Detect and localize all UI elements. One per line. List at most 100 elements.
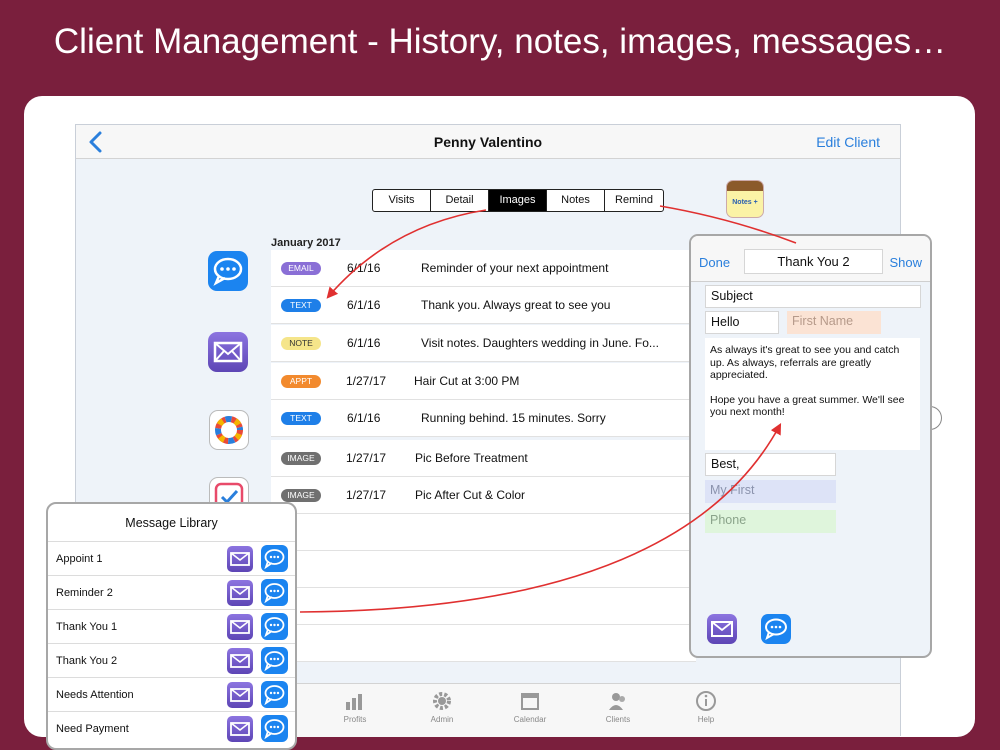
library-title: Message Library xyxy=(125,516,218,530)
note-badge: NOTE xyxy=(281,337,321,350)
mail-icon[interactable] xyxy=(208,332,248,372)
history-segmented-control: Visits Detail Images Notes Remind xyxy=(372,189,664,212)
row-date: 1/27/17 xyxy=(346,374,387,388)
messages-icon[interactable] xyxy=(208,251,248,291)
compose-message-panel: Done Thank You 2 Show Subject Hello Firs… xyxy=(689,234,932,658)
template-name-field[interactable]: Thank You 2 xyxy=(744,249,883,274)
history-row[interactable]: NOTE 6/1/16 Visit notes. Daughters weddi… xyxy=(271,325,696,362)
row-date: 6/1/16 xyxy=(347,336,381,350)
tab-clients[interactable]: Clients xyxy=(593,690,643,724)
signoff-field[interactable]: Best, xyxy=(705,453,836,476)
compose-header: Done Thank You 2 Show xyxy=(691,236,930,282)
library-item[interactable]: Reminder 2 xyxy=(48,575,295,609)
history-row[interactable]: IMAGE 1/27/17 Pic After Cut & Color xyxy=(271,477,696,514)
empty-row xyxy=(271,551,696,588)
empty-row xyxy=(271,588,696,625)
history-row[interactable]: TEXT 6/1/16 Running behind. 15 minutes. … xyxy=(271,400,696,437)
history-row[interactable]: TEXT 6/1/16 Thank you. Always great to s… xyxy=(271,287,696,324)
messages-icon[interactable] xyxy=(261,579,288,606)
calendar-icon xyxy=(521,693,539,710)
navigation-bar: Penny Valentino Edit Client xyxy=(76,125,900,159)
library-item[interactable]: Thank You 1 xyxy=(48,609,295,643)
tab-label: Profits xyxy=(343,715,367,724)
greeting-field[interactable]: Hello xyxy=(705,311,779,334)
mail-icon[interactable] xyxy=(227,546,253,572)
tab-remind[interactable]: Remind xyxy=(605,190,663,211)
library-item-label: Thank You 2 xyxy=(56,655,118,667)
mail-icon[interactable] xyxy=(227,614,253,640)
tab-admin[interactable]: Admin xyxy=(417,690,467,724)
messages-icon[interactable] xyxy=(261,647,288,674)
mail-icon[interactable] xyxy=(227,580,253,606)
library-item-label: Needs Attention xyxy=(56,689,134,701)
history-row[interactable]: IMAGE 1/27/17 Pic Before Treatment xyxy=(271,440,696,477)
history-row[interactable]: EMAIL 6/1/16 Reminder of your next appoi… xyxy=(271,250,696,287)
messages-icon[interactable] xyxy=(261,715,288,742)
row-description: Visit notes. Daughters wedding in June. … xyxy=(421,336,659,350)
body-paragraph: Hope you have a great summer. We'll see … xyxy=(710,393,905,419)
tab-help[interactable]: Help xyxy=(681,690,731,724)
library-item[interactable]: Needs Attention xyxy=(48,677,295,711)
tab-calendar[interactable]: Calendar xyxy=(505,690,555,724)
tab-label: Admin xyxy=(430,715,454,724)
my-first-token[interactable]: My First xyxy=(705,480,836,503)
row-description: Reminder of your next appointment xyxy=(421,261,609,275)
empty-row xyxy=(271,625,696,662)
photos-icon[interactable] xyxy=(209,410,249,450)
tab-detail[interactable]: Detail xyxy=(431,190,489,211)
appt-badge: APPT xyxy=(281,375,321,388)
client-name-title: Penny Valentino xyxy=(433,134,543,150)
edit-client-button[interactable]: Edit Client xyxy=(816,134,880,150)
profits-icon xyxy=(346,694,362,710)
done-button[interactable]: Done xyxy=(699,255,730,270)
tab-profits[interactable]: Profits xyxy=(330,690,380,724)
help-icon xyxy=(696,691,716,711)
email-badge: EMAIL xyxy=(281,262,321,275)
headline: Client Management - History, notes, imag… xyxy=(53,22,947,61)
message-library-panel: Message Library Appoint 1 Reminder 2 Thank… xyxy=(46,502,297,750)
library-item-label: Thank You 1 xyxy=(56,621,118,633)
first-name-token[interactable]: First Name xyxy=(787,311,881,334)
library-item[interactable]: Need Payment xyxy=(48,711,295,745)
row-description: Pic After Cut & Color xyxy=(415,488,526,502)
row-description: Hair Cut at 3:00 PM xyxy=(414,374,520,388)
clients-icon xyxy=(609,693,625,710)
notes-app-icon[interactable]: Notes + xyxy=(726,180,764,218)
mail-icon[interactable] xyxy=(227,716,253,742)
mail-icon[interactable] xyxy=(707,614,737,644)
row-description: Running behind. 15 minutes. Sorry xyxy=(421,411,606,425)
row-description: Pic Before Treatment xyxy=(415,451,528,465)
messages-icon[interactable] xyxy=(261,613,288,640)
tab-notes[interactable]: Notes xyxy=(547,190,605,211)
image-badge: IMAGE xyxy=(281,489,321,502)
library-item-label: Need Payment xyxy=(56,723,129,735)
library-item-label: Appoint 1 xyxy=(56,553,103,565)
mail-icon[interactable] xyxy=(227,648,253,674)
text-badge: TEXT xyxy=(281,299,321,312)
tab-visits[interactable]: Visits xyxy=(373,190,431,211)
history-row[interactable]: APPT 1/27/17 Hair Cut at 3:00 PM xyxy=(271,363,696,400)
image-badge: IMAGE xyxy=(281,452,321,465)
message-body[interactable]: As always it's great to see you and catc… xyxy=(705,338,920,450)
messages-icon[interactable] xyxy=(261,681,288,708)
tab-label: Clients xyxy=(605,715,631,724)
empty-row xyxy=(271,514,696,551)
notes-app-label: Notes + xyxy=(732,199,758,206)
messages-icon[interactable] xyxy=(261,545,288,572)
row-date: 1/27/17 xyxy=(346,488,387,502)
tab-images[interactable]: Images xyxy=(489,190,547,211)
messages-icon[interactable] xyxy=(761,614,791,644)
history-month-header: January 2017 xyxy=(271,237,341,249)
row-date: 6/1/16 xyxy=(347,261,381,275)
row-date: 6/1/16 xyxy=(347,411,381,425)
mail-icon[interactable] xyxy=(227,682,253,708)
subject-field[interactable]: Subject xyxy=(705,285,921,308)
tab-label: Help xyxy=(697,715,715,724)
phone-token[interactable]: Phone xyxy=(705,510,836,533)
text-badge: TEXT xyxy=(281,412,321,425)
row-date: 1/27/17 xyxy=(346,451,387,465)
show-button[interactable]: Show xyxy=(889,255,922,270)
library-item[interactable]: Appoint 1 xyxy=(48,541,295,575)
tab-label: Calendar xyxy=(513,715,547,724)
library-item[interactable]: Thank You 2 xyxy=(48,643,295,677)
